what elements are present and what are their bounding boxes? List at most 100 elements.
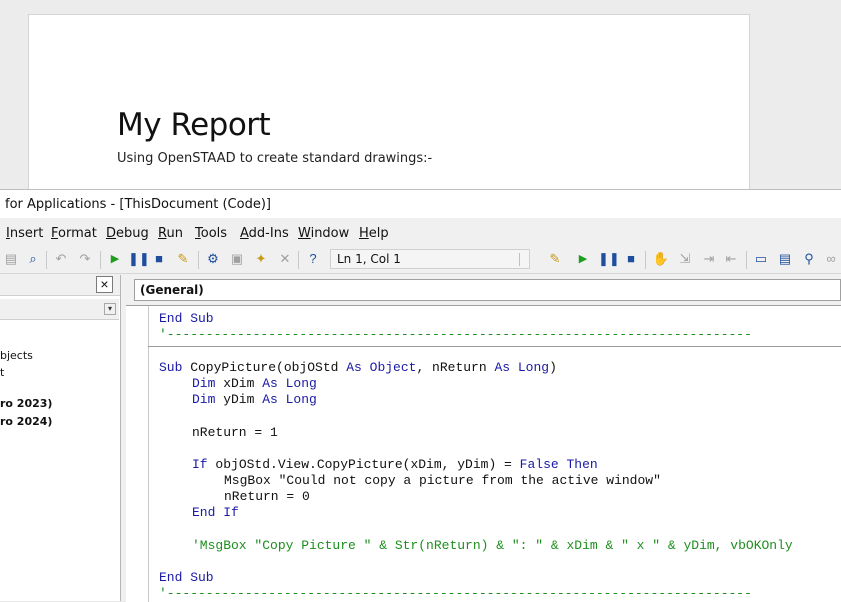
find-icon[interactable]: ⌕ <box>24 250 42 268</box>
code-text: nReturn = 1 <box>192 425 278 440</box>
keyword: As Long <box>494 360 550 375</box>
document-subtitle: Using OpenSTAAD to create standard drawi… <box>117 151 433 166</box>
toolbox-icon[interactable]: ✕ <box>276 250 294 268</box>
keyword: Sub <box>159 360 183 375</box>
break-icon[interactable]: ❚❚ <box>598 250 620 268</box>
object-browser-icon[interactable]: ✦ <box>252 250 270 268</box>
design-mode-icon[interactable]: ✎ <box>174 250 192 268</box>
comment: '---------------------------------------… <box>159 327 752 342</box>
redo-icon[interactable]: ↷ <box>76 250 94 268</box>
toolbar-separator <box>46 251 47 269</box>
properties-icon[interactable]: ▣ <box>228 250 246 268</box>
reset-icon[interactable]: ■ <box>622 250 640 268</box>
menu-insert[interactable]: Insert <box>6 226 43 241</box>
keyword: As Long <box>262 376 317 391</box>
keyword: End Sub <box>159 311 214 326</box>
code-line[interactable]: Dim yDim As Long <box>192 392 317 408</box>
menu-format[interactable]: Format <box>51 226 97 241</box>
break-icon[interactable]: ❚❚ <box>128 250 150 268</box>
code-text: xDim <box>215 376 263 391</box>
code-text: , nReturn <box>416 360 495 375</box>
keyword: False Then <box>519 457 598 472</box>
code-line[interactable]: End Sub <box>159 570 214 586</box>
menu-tools[interactable]: Tools <box>195 226 227 241</box>
explorer-header: × <box>0 275 120 296</box>
tree-item[interactable]: ro 2024) <box>0 415 52 428</box>
code-text: objOStd.View.CopyPicture(xDim, yDim) = <box>207 457 520 472</box>
code-text: ) <box>549 360 557 375</box>
step-out-icon[interactable]: ⇤ <box>722 250 740 268</box>
standard-toolbar: ▤ ⌕ ↶ ↷ ▶ ❚❚ ■ ✎ ⚙ ▣ ✦ ✕ ? Ln 1, Col 1 ✎… <box>0 247 841 274</box>
code-text: yDim <box>215 392 263 407</box>
toolbar-separator <box>645 251 646 269</box>
keyword: If <box>192 457 208 472</box>
keyword: End Sub <box>159 570 214 585</box>
code-line[interactable]: MsgBox "Could not copy a picture from th… <box>224 473 661 489</box>
menu-bar: Insert Format Debug Run Tools Add-Ins Wi… <box>0 222 841 244</box>
document-title: My Report <box>117 107 271 143</box>
code-line[interactable]: If objOStd.View.CopyPicture(xDim, yDim) … <box>192 457 598 473</box>
toolbar-separator <box>746 251 747 269</box>
toolbar-separator <box>100 251 101 269</box>
margin-indicator-bar[interactable] <box>126 306 149 602</box>
undo-icon[interactable]: ↶ <box>52 250 70 268</box>
menu-help[interactable]: Help <box>359 226 389 241</box>
code-line[interactable]: 'MsgBox "Copy Picture " & Str(nReturn) &… <box>192 538 793 554</box>
document-page[interactable]: My Report Using OpenSTAAD to create stan… <box>28 14 750 204</box>
comment: '---------------------------------------… <box>159 586 752 601</box>
keyword: End If <box>192 505 239 520</box>
tree-item[interactable]: bjects <box>0 349 33 362</box>
vba-editor-window: for Applications - [ThisDocument (Code)]… <box>0 189 841 602</box>
menu-debug[interactable]: Debug <box>106 226 149 241</box>
comment: 'MsgBox "Copy Picture " & Str(nReturn) &… <box>192 538 793 553</box>
code-line[interactable]: nReturn = 0 <box>224 489 310 505</box>
keyword: As Long <box>262 392 317 407</box>
step-over-icon[interactable]: ⇥ <box>700 250 718 268</box>
code-window: (General) End Sub '---------------------… <box>126 275 841 602</box>
cursor-position-box: Ln 1, Col 1 <box>330 249 530 269</box>
cursor-position: Ln 1, Col 1 <box>337 252 401 266</box>
toggle-breakpoint-icon[interactable]: ✋ <box>652 250 670 268</box>
toolbar-grip[interactable] <box>519 253 528 266</box>
code-line[interactable]: End Sub <box>159 311 214 327</box>
procedure-separator <box>148 346 841 347</box>
run-icon[interactable]: ▶ <box>106 250 124 268</box>
toolbar-separator <box>298 251 299 269</box>
keyword: Dim <box>192 376 216 391</box>
step-into-icon[interactable]: ⇲ <box>676 250 694 268</box>
menu-add-ins[interactable]: Add-Ins <box>240 226 289 241</box>
watch-window-icon[interactable]: ⚲ <box>800 250 818 268</box>
tree-item[interactable]: ro 2023) <box>0 397 52 410</box>
quick-watch-icon[interactable]: ∞ <box>822 250 840 268</box>
title-bar[interactable]: for Applications - [ThisDocument (Code)] <box>0 190 841 218</box>
reset-icon[interactable]: ■ <box>150 250 168 268</box>
word-document-background: My Report Using OpenSTAAD to create stan… <box>0 0 841 204</box>
object-dropdown[interactable]: (General) <box>134 279 841 301</box>
help-icon[interactable]: ? <box>304 250 322 268</box>
chevron-down-icon[interactable]: ▾ <box>104 303 116 315</box>
run-icon[interactable]: ▶ <box>574 250 592 268</box>
toolbar-separator <box>198 251 199 269</box>
menu-window[interactable]: Window <box>298 226 349 241</box>
immediate-window-icon[interactable]: ▤ <box>776 250 794 268</box>
window-title: for Applications - [ThisDocument (Code)] <box>5 197 271 212</box>
code-line[interactable]: '---------------------------------------… <box>159 327 752 343</box>
explorer-toolbar: ▾ <box>0 299 119 320</box>
code-line[interactable]: Dim xDim As Long <box>192 376 317 392</box>
code-line[interactable]: End If <box>192 505 239 521</box>
code-text: MsgBox "Could not copy a picture from th… <box>224 473 661 488</box>
code-text: CopyPicture(objOStd <box>182 360 347 375</box>
project-explorer-icon[interactable]: ⚙ <box>204 250 222 268</box>
menu-run[interactable]: Run <box>158 226 183 241</box>
tree-item[interactable]: t <box>0 366 4 379</box>
code-line[interactable]: Sub CopyPicture(objOStd As Object, nRetu… <box>159 360 557 376</box>
code-line[interactable]: nReturn = 1 <box>192 425 278 441</box>
paste-icon[interactable]: ▤ <box>2 250 20 268</box>
design-mode-icon[interactable]: ✎ <box>546 250 564 268</box>
close-icon[interactable]: × <box>96 276 113 293</box>
keyword: Dim <box>192 392 216 407</box>
code-editor[interactable]: End Sub '-------------------------------… <box>126 305 841 602</box>
keyword: As Object <box>346 360 417 375</box>
object-dropdown-value: (General) <box>140 283 204 297</box>
locals-window-icon[interactable]: ▭ <box>752 250 770 268</box>
